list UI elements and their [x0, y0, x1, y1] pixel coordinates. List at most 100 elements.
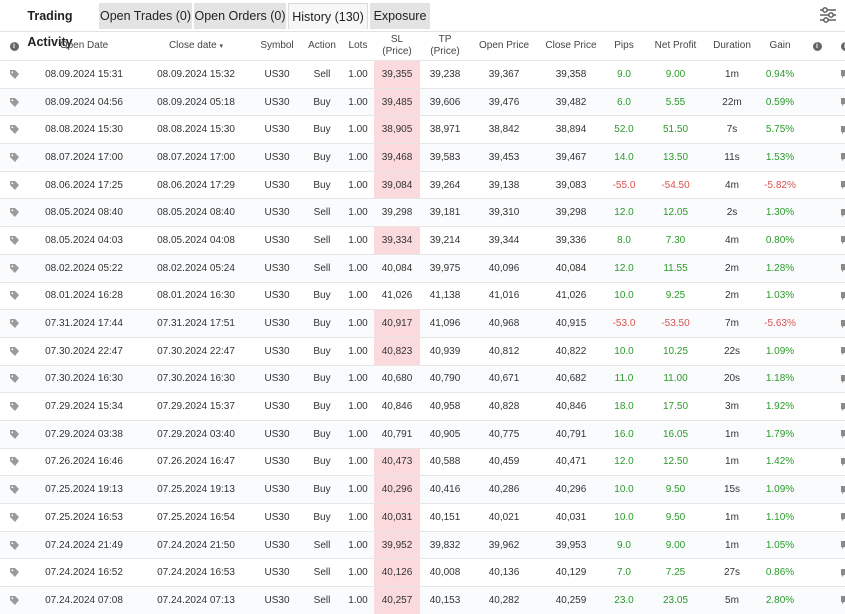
comment-cell	[831, 393, 845, 421]
tag-icon[interactable]	[0, 318, 28, 329]
tag-icon[interactable]	[0, 290, 28, 301]
header-pips[interactable]: Pips	[604, 32, 644, 61]
tag-icon[interactable]	[0, 207, 28, 218]
open-price-cell: 39,962	[470, 531, 538, 559]
info-icon[interactable]: i	[813, 42, 822, 51]
comment-icon[interactable]	[831, 69, 845, 79]
comment-icon[interactable]	[831, 180, 845, 190]
tag-icon[interactable]	[0, 456, 28, 467]
tag-icon[interactable]	[0, 97, 28, 108]
tag-icon[interactable]	[0, 152, 28, 163]
comment-icon[interactable]	[831, 319, 845, 329]
sl-cell: 40,296	[374, 476, 420, 504]
filter-settings-icon[interactable]	[818, 6, 838, 24]
tag-icon[interactable]	[0, 567, 28, 578]
header-symbol[interactable]: Symbol	[252, 32, 302, 61]
comment-icon[interactable]	[831, 457, 845, 467]
header-sl[interactable]: SL(Price)	[374, 32, 420, 61]
tag-icon[interactable]	[0, 540, 28, 551]
table-row[interactable]: 08.01.2024 16:2808.01.2024 16:30US30Buy1…	[0, 282, 845, 310]
comment-icon[interactable]	[831, 512, 845, 522]
comment-icon[interactable]	[831, 208, 845, 218]
table-row[interactable]: 07.25.2024 16:5307.25.2024 16:54US30Buy1…	[0, 504, 845, 532]
header-open-date[interactable]: Open Date	[28, 32, 140, 61]
tag-icon[interactable]	[0, 595, 28, 606]
header-open-price[interactable]: Open Price	[470, 32, 538, 61]
tag-icon[interactable]	[0, 373, 28, 384]
info-icon[interactable]: i	[10, 42, 19, 51]
header-duration[interactable]: Duration	[707, 32, 757, 61]
table-row[interactable]: 08.08.2024 15:3008.08.2024 15:30US30Buy1…	[0, 116, 845, 144]
tag-cell	[0, 144, 28, 172]
table-row[interactable]: 07.29.2024 03:3807.29.2024 03:40US30Buy1…	[0, 420, 845, 448]
info-icon[interactable]: i	[841, 42, 845, 51]
comment-cell	[831, 144, 845, 172]
table-row[interactable]: 07.24.2024 21:4907.24.2024 21:50US30Sell…	[0, 531, 845, 559]
tab-history[interactable]: History (130)	[288, 3, 368, 29]
table-row[interactable]: 07.29.2024 15:3407.29.2024 15:37US30Buy1…	[0, 393, 845, 421]
comment-icon[interactable]	[831, 540, 845, 550]
tag-icon[interactable]	[0, 235, 28, 246]
comment-icon[interactable]	[831, 125, 845, 135]
comment-icon[interactable]	[831, 152, 845, 162]
table-row[interactable]: 08.09.2024 04:5608.09.2024 05:18US30Buy1…	[0, 88, 845, 116]
tag-icon[interactable]	[0, 484, 28, 495]
table-row[interactable]: 08.05.2024 08:4008.05.2024 08:40US30Sell…	[0, 199, 845, 227]
table-row[interactable]: 08.05.2024 04:0308.05.2024 04:08US30Sell…	[0, 227, 845, 255]
comment-cell	[831, 420, 845, 448]
tag-icon[interactable]	[0, 401, 28, 412]
tp-cell: 39,238	[420, 61, 470, 89]
comment-icon[interactable]	[831, 429, 845, 439]
table-row[interactable]: 07.24.2024 16:5207.24.2024 16:53US30Sell…	[0, 559, 845, 587]
comment-icon[interactable]	[831, 595, 845, 605]
table-row[interactable]: 07.30.2024 22:4707.30.2024 22:47US30Buy1…	[0, 337, 845, 365]
action-cell: Buy	[302, 310, 342, 338]
tab-trading-activity[interactable]: Trading Activity	[4, 3, 96, 29]
comment-icon[interactable]	[831, 568, 845, 578]
tag-icon[interactable]	[0, 346, 28, 357]
comment-icon[interactable]	[831, 97, 845, 107]
comment-icon[interactable]	[831, 263, 845, 273]
tag-icon[interactable]	[0, 512, 28, 523]
tag-icon[interactable]	[0, 180, 28, 191]
pips-cell: 52.0	[604, 116, 644, 144]
gain-cell: 1.92%	[757, 393, 803, 421]
table-row[interactable]: 08.07.2024 17:0008.07.2024 17:00US30Buy1…	[0, 144, 845, 172]
tab-exposure[interactable]: Exposure	[370, 3, 430, 29]
table-row[interactable]: 07.24.2024 07:0807.24.2024 07:13US30Sell…	[0, 587, 845, 614]
comment-icon[interactable]	[831, 235, 845, 245]
comment-icon[interactable]	[831, 374, 845, 384]
table-row[interactable]: 07.30.2024 16:3007.30.2024 16:30US30Buy1…	[0, 365, 845, 393]
tab-open-orders[interactable]: Open Orders (0)	[194, 3, 286, 29]
comment-icon[interactable]	[831, 485, 845, 495]
tag-cell	[0, 365, 28, 393]
table-row[interactable]: 07.31.2024 17:4407.31.2024 17:51US30Buy1…	[0, 310, 845, 338]
table-row[interactable]: 07.26.2024 16:4607.26.2024 16:47US30Buy1…	[0, 448, 845, 476]
header-tp[interactable]: TP(Price)	[420, 32, 470, 61]
tag-icon[interactable]	[0, 124, 28, 135]
open-date-cell: 08.05.2024 08:40	[28, 199, 140, 227]
comment-icon[interactable]	[831, 402, 845, 412]
header-close-date[interactable]: Close date ▾	[140, 32, 252, 61]
header-close-price[interactable]: Close Price	[538, 32, 604, 61]
header-action[interactable]: Action	[302, 32, 342, 61]
table-row[interactable]: 08.09.2024 15:3108.09.2024 15:32US30Sell…	[0, 61, 845, 89]
header-gain[interactable]: Gain	[757, 32, 803, 61]
tag-icon[interactable]	[0, 263, 28, 274]
table-row[interactable]: 07.25.2024 19:1307.25.2024 19:13US30Buy1…	[0, 476, 845, 504]
comment-icon[interactable]	[831, 291, 845, 301]
comment-icon[interactable]	[831, 346, 845, 356]
close-price-cell: 40,259	[538, 587, 604, 614]
spacer-cell	[803, 61, 831, 89]
tag-icon[interactable]	[0, 69, 28, 80]
table-row[interactable]: 08.06.2024 17:2508.06.2024 17:29US30Buy1…	[0, 171, 845, 199]
tab-open-trades[interactable]: Open Trades (0)	[99, 3, 192, 29]
spacer-cell	[803, 171, 831, 199]
header-lots[interactable]: Lots	[342, 32, 374, 61]
table-row[interactable]: 08.02.2024 05:2208.02.2024 05:24US30Sell…	[0, 254, 845, 282]
close-date-cell: 08.05.2024 08:40	[140, 199, 252, 227]
net-profit-cell: 7.30	[644, 227, 707, 255]
tag-icon[interactable]	[0, 429, 28, 440]
close-date-cell: 07.25.2024 16:54	[140, 504, 252, 532]
header-net-profit[interactable]: Net Profit	[644, 32, 707, 61]
